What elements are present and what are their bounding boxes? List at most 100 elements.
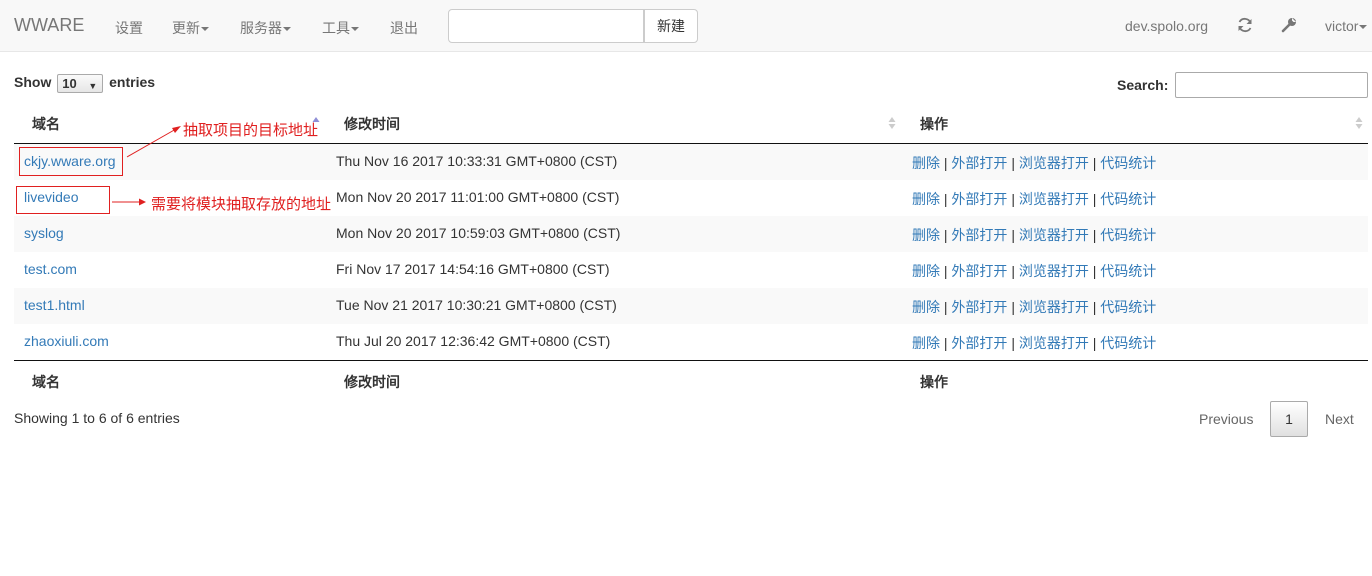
delete-link[interactable]: 删除 — [912, 263, 940, 279]
table-footer-divider — [14, 360, 1368, 361]
caret-down-icon — [283, 27, 291, 32]
separator: | — [943, 155, 948, 171]
refresh-icon[interactable] — [1236, 16, 1254, 34]
table-info: Showing 1 to 6 of 6 entries — [14, 410, 180, 426]
nav-label: 工具 — [322, 20, 350, 36]
entries-label: entries — [109, 74, 156, 91]
domain-link[interactable]: test1.html — [24, 297, 85, 313]
nav-label: 设置 — [115, 20, 143, 36]
open-browser-link[interactable]: 浏览器打开 — [1019, 335, 1089, 351]
previous-page-button[interactable]: Previous — [1199, 411, 1253, 427]
separator: | — [1092, 227, 1097, 243]
separator: | — [943, 263, 948, 279]
nav-item-update[interactable]: 更新 — [172, 18, 209, 38]
separator: | — [1092, 299, 1097, 315]
search-label: Search: — [1117, 77, 1169, 93]
separator: | — [1011, 299, 1015, 315]
open-browser-link[interactable]: 浏览器打开 — [1019, 263, 1089, 279]
show-label: Show — [14, 74, 52, 91]
row-actions: 删除 | 外部打开 | 浏览器打开 | 代码统计 — [912, 333, 1156, 353]
open-browser-link[interactable]: 浏览器打开 — [1019, 299, 1089, 315]
footer-column-domain: 域名 — [32, 374, 60, 390]
sort-both-icon[interactable] — [1355, 115, 1363, 131]
page-button-current[interactable]: 1 — [1270, 401, 1308, 437]
open-external-link[interactable]: 外部打开 — [951, 191, 1007, 207]
row-actions: 删除 | 外部打开 | 浏览器打开 | 代码统计 — [912, 153, 1156, 173]
nav-label: 服务器 — [240, 20, 282, 36]
new-item-input[interactable] — [448, 9, 644, 43]
domain-link[interactable]: syslog — [24, 225, 64, 241]
nav-label: 更新 — [172, 20, 200, 36]
open-browser-link[interactable]: 浏览器打开 — [1019, 191, 1089, 207]
table-row: syslog Mon Nov 20 2017 10:59:03 GMT+0800… — [14, 216, 1368, 252]
separator: | — [943, 191, 948, 207]
search-input[interactable] — [1175, 72, 1368, 98]
new-button[interactable]: 新建 — [644, 9, 698, 43]
separator: | — [943, 299, 948, 315]
delete-link[interactable]: 删除 — [912, 155, 940, 171]
wrench-icon[interactable] — [1280, 16, 1298, 34]
table-row: test.com Fri Nov 17 2017 14:54:16 GMT+08… — [14, 252, 1368, 288]
code-stats-link[interactable]: 代码统计 — [1100, 263, 1156, 279]
nav-item-settings[interactable]: 设置 — [115, 18, 143, 38]
modified-time: Tue Nov 21 2017 10:30:21 GMT+0800 (CST) — [336, 297, 617, 313]
table-row: zhaoxiuli.com Thu Jul 20 2017 12:36:42 G… — [14, 324, 1368, 360]
user-menu[interactable]: victor — [1325, 18, 1368, 34]
footer-column-modified: 修改时间 — [344, 374, 400, 390]
annotation-target-address: 抽取项目的目标地址 — [183, 121, 319, 139]
open-external-link[interactable]: 外部打开 — [951, 155, 1007, 171]
open-external-link[interactable]: 外部打开 — [951, 299, 1007, 315]
separator: | — [1092, 335, 1097, 351]
nav-item-logout[interactable]: 退出 — [390, 18, 418, 38]
delete-link[interactable]: 删除 — [912, 191, 940, 207]
separator: | — [1092, 155, 1097, 171]
column-header-actions[interactable]: 操作 — [920, 114, 948, 134]
separator: | — [1092, 263, 1097, 279]
open-external-link[interactable]: 外部打开 — [951, 227, 1007, 243]
code-stats-link[interactable]: 代码统计 — [1100, 227, 1156, 243]
navbar: WWARE 设置 更新 服务器 工具 退出 新建 dev.spolo.org v… — [0, 0, 1372, 52]
next-page-button[interactable]: Next — [1325, 411, 1354, 427]
annotation-storage-address: 需要将模块抽取存放的地址 — [151, 195, 332, 213]
code-stats-link[interactable]: 代码统计 — [1100, 191, 1156, 207]
table-row: ckjy.wware.org Thu Nov 16 2017 10:33:31 … — [14, 144, 1368, 180]
annotation-box-target — [19, 147, 123, 176]
footer-column-actions: 操作 — [920, 374, 948, 390]
domain-link[interactable]: test.com — [24, 261, 77, 277]
open-external-link[interactable]: 外部打开 — [951, 335, 1007, 351]
code-stats-link[interactable]: 代码统计 — [1100, 155, 1156, 171]
delete-link[interactable]: 删除 — [912, 299, 940, 315]
separator: | — [1011, 335, 1015, 351]
open-browser-link[interactable]: 浏览器打开 — [1019, 155, 1089, 171]
separator: | — [943, 335, 948, 351]
code-stats-link[interactable]: 代码统计 — [1100, 299, 1156, 315]
row-actions: 删除 | 外部打开 | 浏览器打开 | 代码统计 — [912, 297, 1156, 317]
caret-down-icon — [351, 27, 359, 32]
column-header-modified[interactable]: 修改时间 — [344, 114, 400, 134]
nav-item-servers[interactable]: 服务器 — [240, 18, 291, 38]
caret-down-icon — [201, 27, 209, 32]
domain-link[interactable]: zhaoxiuli.com — [24, 333, 109, 349]
open-browser-link[interactable]: 浏览器打开 — [1019, 227, 1089, 243]
open-external-link[interactable]: 外部打开 — [951, 263, 1007, 279]
host-link[interactable]: dev.spolo.org — [1125, 18, 1208, 34]
separator: | — [1011, 155, 1015, 171]
separator: | — [1011, 191, 1015, 207]
page-size-select[interactable]: 10 ▼ — [57, 74, 104, 93]
nav-item-tools[interactable]: 工具 — [322, 18, 359, 38]
code-stats-link[interactable]: 代码统计 — [1100, 335, 1156, 351]
delete-link[interactable]: 删除 — [912, 227, 940, 243]
separator: | — [1011, 263, 1015, 279]
sort-both-icon[interactable] — [888, 115, 896, 131]
modified-time: Thu Nov 16 2017 10:33:31 GMT+0800 (CST) — [336, 153, 618, 169]
brand-logo[interactable]: WWARE — [14, 15, 84, 36]
table-row: test1.html Tue Nov 21 2017 10:30:21 GMT+… — [14, 288, 1368, 324]
column-header-domain[interactable]: 域名 — [32, 114, 60, 134]
page-length-control: Show 10 ▼ entries — [14, 74, 155, 93]
modified-time: Fri Nov 17 2017 14:54:16 GMT+0800 (CST) — [336, 261, 610, 277]
row-actions: 删除 | 外部打开 | 浏览器打开 | 代码统计 — [912, 189, 1156, 209]
caret-down-icon — [1359, 25, 1368, 30]
delete-link[interactable]: 删除 — [912, 335, 940, 351]
separator: | — [1092, 191, 1097, 207]
modified-time: Mon Nov 20 2017 10:59:03 GMT+0800 (CST) — [336, 225, 621, 241]
